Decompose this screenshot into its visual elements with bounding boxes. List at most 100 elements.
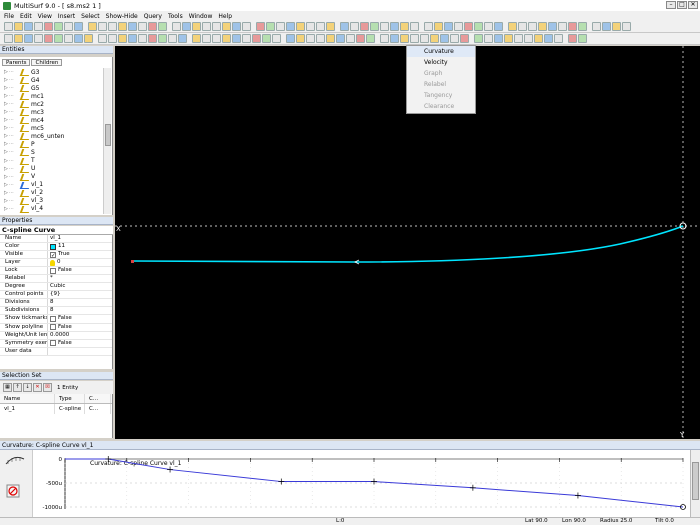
curve-icon[interactable] bbox=[168, 34, 177, 43]
property-row[interactable]: Name vl_1 bbox=[0, 235, 112, 244]
point-icon[interactable] bbox=[370, 22, 379, 31]
snap-icon[interactable] bbox=[508, 22, 517, 31]
property-value-cell[interactable]: 0 bbox=[48, 259, 112, 266]
entity-item[interactable]: ▷ ··· T bbox=[4, 157, 104, 165]
property-value-cell[interactable]: False bbox=[48, 315, 112, 322]
entity-item[interactable]: ▷ ··· U bbox=[4, 165, 104, 173]
snap-icon[interactable] bbox=[400, 22, 409, 31]
open-icon[interactable] bbox=[534, 34, 543, 43]
menu-edit[interactable]: Edit bbox=[20, 13, 32, 20]
menu-select[interactable]: Select bbox=[81, 13, 100, 20]
new-icon[interactable] bbox=[424, 22, 433, 31]
point-icon[interactable] bbox=[474, 34, 483, 43]
undo-icon[interactable] bbox=[554, 34, 563, 43]
layer-icon[interactable] bbox=[518, 22, 527, 31]
surface-icon[interactable] bbox=[182, 22, 191, 31]
surface-icon[interactable] bbox=[286, 34, 295, 43]
redo-icon[interactable] bbox=[356, 34, 365, 43]
redo-icon[interactable] bbox=[568, 22, 577, 31]
property-row[interactable]: Relabel * bbox=[0, 275, 112, 284]
column-header-type[interactable]: Type bbox=[55, 394, 85, 403]
save-icon[interactable] bbox=[544, 34, 553, 43]
layer-icon[interactable] bbox=[410, 34, 419, 43]
layer-icon[interactable] bbox=[202, 34, 211, 43]
point-icon[interactable] bbox=[578, 22, 587, 31]
entity-item[interactable]: ▷ ··· V bbox=[4, 173, 104, 181]
snap-icon[interactable] bbox=[400, 34, 409, 43]
property-value-cell[interactable]: 8 bbox=[48, 307, 112, 314]
surface-icon[interactable] bbox=[74, 22, 83, 31]
entity-item[interactable]: ▷ ··· vl_2 bbox=[4, 189, 104, 197]
snap-icon[interactable] bbox=[84, 34, 93, 43]
new-icon[interactable] bbox=[528, 22, 537, 31]
checkbox-icon[interactable] bbox=[50, 340, 56, 347]
property-row[interactable]: Symmetry exempt False bbox=[0, 339, 112, 348]
menu-help[interactable]: Help bbox=[218, 13, 232, 20]
snap-icon[interactable] bbox=[192, 34, 201, 43]
up-arrow-icon[interactable]: ↑ bbox=[13, 383, 22, 392]
new-icon[interactable] bbox=[316, 34, 325, 43]
undo-icon[interactable] bbox=[454, 22, 463, 31]
remove-icon[interactable]: ✕ bbox=[33, 383, 42, 392]
snap-icon[interactable] bbox=[192, 22, 201, 31]
property-value-cell[interactable]: False bbox=[48, 340, 112, 347]
property-row[interactable]: Subdivisions 8 bbox=[0, 307, 112, 316]
surface-icon[interactable] bbox=[390, 22, 399, 31]
property-value-cell[interactable]: False bbox=[48, 267, 112, 274]
point-icon[interactable] bbox=[54, 22, 63, 31]
menu-item-curvature[interactable]: Curvature bbox=[407, 46, 475, 57]
save-icon[interactable] bbox=[128, 22, 137, 31]
surface-icon[interactable] bbox=[390, 34, 399, 43]
point-icon[interactable] bbox=[262, 34, 271, 43]
undo-icon[interactable] bbox=[138, 34, 147, 43]
point-icon[interactable] bbox=[158, 22, 167, 31]
property-value-cell[interactable]: False bbox=[48, 324, 112, 331]
property-value-cell[interactable]: ✓ True bbox=[48, 251, 112, 258]
redo-icon[interactable] bbox=[464, 22, 473, 31]
menu-show-hide[interactable]: Show-Hide bbox=[106, 13, 138, 20]
undo-icon[interactable] bbox=[242, 22, 251, 31]
curve-icon[interactable] bbox=[380, 22, 389, 31]
point-icon[interactable] bbox=[266, 22, 275, 31]
new-icon[interactable] bbox=[212, 34, 221, 43]
snap-icon[interactable] bbox=[296, 34, 305, 43]
layer-icon[interactable] bbox=[514, 34, 523, 43]
open-icon[interactable] bbox=[14, 34, 23, 43]
snap-icon[interactable] bbox=[88, 22, 97, 31]
menu-file[interactable]: File bbox=[4, 13, 14, 20]
undo-icon[interactable] bbox=[138, 22, 147, 31]
property-value-cell[interactable]: 8 bbox=[48, 299, 112, 306]
surface-icon[interactable] bbox=[74, 34, 83, 43]
entity-item[interactable]: ▷ ··· mc3 bbox=[4, 108, 104, 116]
save-icon[interactable] bbox=[336, 34, 345, 43]
surface-icon[interactable] bbox=[494, 22, 503, 31]
layer-icon[interactable] bbox=[622, 22, 631, 31]
open-icon[interactable] bbox=[326, 34, 335, 43]
column-header-name[interactable]: Name bbox=[0, 394, 55, 403]
property-row[interactable]: User data bbox=[0, 347, 112, 356]
redo-icon[interactable] bbox=[568, 34, 577, 43]
point-icon[interactable] bbox=[158, 34, 167, 43]
snap-icon[interactable] bbox=[296, 22, 305, 31]
new-icon[interactable] bbox=[420, 34, 429, 43]
snap-icon[interactable] bbox=[612, 22, 621, 31]
redo-icon[interactable] bbox=[256, 22, 265, 31]
surface-icon[interactable] bbox=[178, 34, 187, 43]
property-value-cell[interactable]: {9} bbox=[48, 291, 112, 298]
checkbox-icon[interactable]: ✓ bbox=[50, 251, 56, 258]
save-icon[interactable] bbox=[340, 22, 349, 31]
property-value-cell[interactable]: vl_1 bbox=[48, 235, 112, 242]
redo-icon[interactable] bbox=[44, 34, 53, 43]
point-icon[interactable] bbox=[366, 34, 375, 43]
save-icon[interactable] bbox=[128, 34, 137, 43]
curve-icon[interactable] bbox=[276, 22, 285, 31]
open-icon[interactable] bbox=[222, 22, 231, 31]
snap-icon[interactable] bbox=[504, 34, 513, 43]
open-icon[interactable] bbox=[14, 22, 23, 31]
curve-icon[interactable] bbox=[484, 22, 493, 31]
property-row[interactable]: Degree Cubic bbox=[0, 283, 112, 292]
redo-icon[interactable] bbox=[252, 34, 261, 43]
surface-icon[interactable] bbox=[494, 34, 503, 43]
new-icon[interactable] bbox=[524, 34, 533, 43]
new-icon[interactable] bbox=[108, 34, 117, 43]
